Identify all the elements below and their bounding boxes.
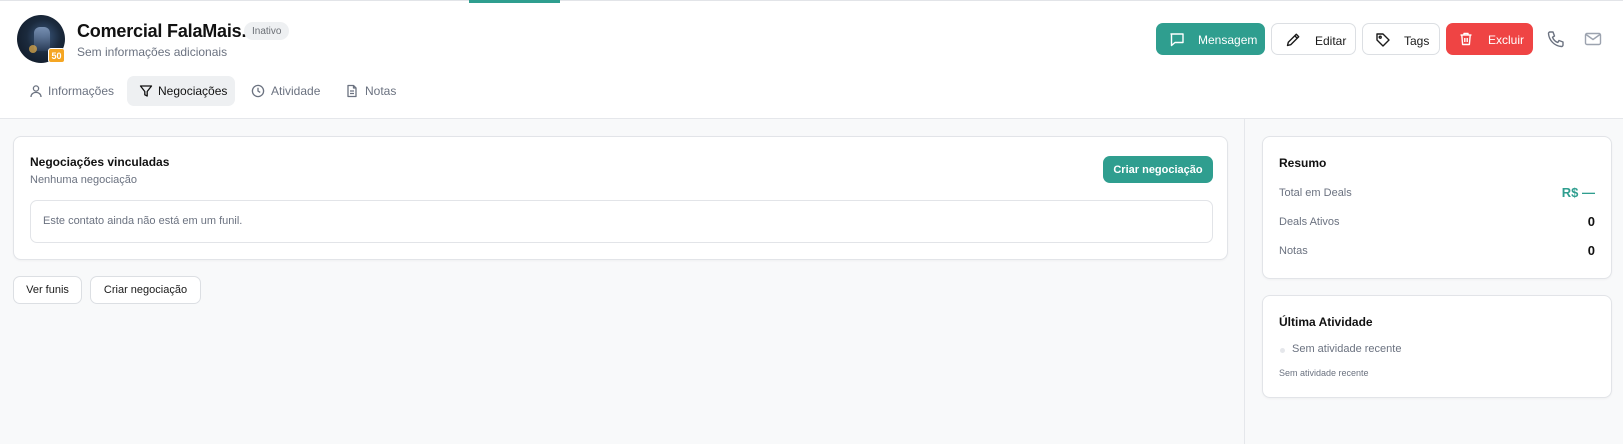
contact-header: 50 Comercial FalaMais.Ai Inativo Sem inf…	[0, 3, 1623, 119]
tab-atividade-label: Atividade	[271, 84, 321, 98]
tab-informacoes-label: Informações	[48, 84, 115, 98]
empty-funnel-box: Este contato ainda não está em um funil.	[30, 200, 1213, 243]
summary-total-value: R$ —	[1561, 185, 1595, 200]
tab-atividade[interactable]: Atividade	[251, 76, 323, 106]
summary-active-label: Deals Ativos	[1279, 216, 1340, 228]
note-icon	[347, 84, 357, 98]
trash-icon	[1460, 32, 1472, 46]
tags-button-label: Tags	[1404, 34, 1430, 48]
create-deal-secondary-button[interactable]: Criar negociação	[90, 276, 201, 304]
edit-button-label: Editar	[1315, 34, 1347, 48]
tags-button[interactable]: Tags	[1362, 23, 1440, 55]
summary-total-label: Total em Deals	[1279, 187, 1352, 199]
tab-negociacoes[interactable]: Negociações	[127, 76, 235, 106]
edit-button[interactable]: Editar	[1271, 23, 1356, 55]
deals-title: Negociações vinculadas	[30, 155, 170, 169]
message-icon	[1170, 33, 1184, 47]
create-deal-button[interactable]: Criar negociação	[1103, 156, 1213, 183]
filter-icon	[139, 85, 153, 97]
user-icon	[30, 85, 42, 98]
summary-active-value: 0	[1587, 214, 1595, 229]
activity-dot-icon	[1280, 348, 1285, 353]
summary-card: Resumo Total em Deals R$ — Deals Ativos …	[1262, 136, 1612, 279]
contact-name: Comercial FalaMais.Ai	[77, 21, 264, 41]
last-activity-card: Última Atividade Sem atividade recente S…	[1262, 295, 1612, 398]
deals-subtitle: Nenhuma negociação	[30, 174, 138, 186]
summary-notes-label: Notas	[1279, 245, 1308, 257]
delete-button-label: Excluir	[1488, 33, 1525, 47]
clock-icon	[251, 84, 265, 98]
message-button[interactable]: Mensagem	[1156, 23, 1265, 55]
activity-title: Última Atividade	[1279, 315, 1373, 329]
activity-footer: Sem atividade recente	[1279, 368, 1369, 378]
status-badge: Inativo	[244, 22, 290, 40]
tab-notas[interactable]: Notas	[345, 76, 403, 106]
view-funnels-button[interactable]: Ver funis	[13, 276, 82, 304]
contact-subtitle: Sem informações adicionais	[77, 45, 228, 59]
sidebar-divider	[1244, 119, 1245, 444]
tag-icon	[1376, 33, 1390, 47]
level-badge: 50	[48, 48, 65, 63]
tab-notas-label: Notas	[365, 84, 397, 98]
summary-title: Resumo	[1279, 156, 1327, 170]
deals-card: Negociações vinculadas Nenhuma negociaçã…	[13, 136, 1228, 260]
message-button-label: Mensagem	[1198, 33, 1258, 47]
pencil-icon	[1286, 33, 1300, 47]
mail-icon[interactable]	[1583, 29, 1603, 49]
tab-negociacoes-label: Negociações	[158, 84, 228, 98]
summary-notes-value: 0	[1587, 243, 1595, 258]
empty-funnel-text: Este contato ainda não está em um funil.	[43, 215, 243, 227]
tab-informacoes[interactable]: Informações	[29, 76, 115, 106]
activity-item: Sem atividade recente	[1292, 343, 1402, 355]
delete-button[interactable]: Excluir	[1446, 23, 1533, 55]
phone-icon[interactable]	[1546, 29, 1566, 49]
avatar-glow	[29, 45, 37, 53]
